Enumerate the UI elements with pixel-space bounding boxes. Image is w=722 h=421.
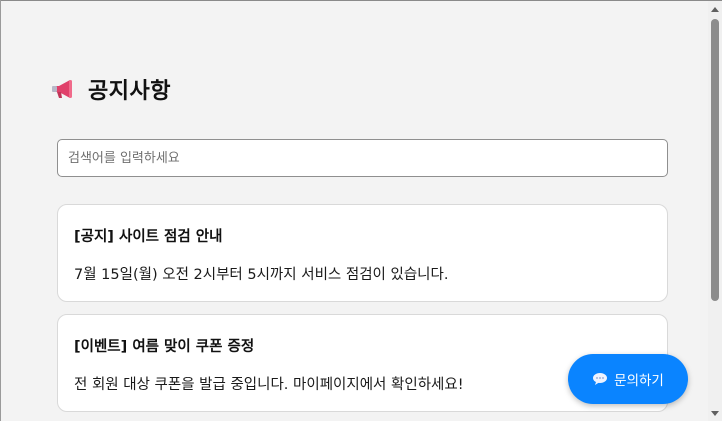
page-header: 공지사항 <box>50 72 171 106</box>
notice-title: [공지] 사이트 점검 안내 <box>74 229 223 245</box>
search-input[interactable] <box>57 139 668 177</box>
speech-bubble-icon <box>592 372 608 386</box>
notice-body: 7월 15일(월) 오전 2시부터 5시까지 서비스 점검이 있습니다. <box>74 267 449 283</box>
scroll-up-arrow-icon[interactable] <box>711 7 719 12</box>
scrollbar-thumb[interactable] <box>711 19 719 301</box>
notice-title: [이벤트] 여름 맞이 쿠폰 증정 <box>74 339 255 355</box>
page-title: 공지사항 <box>88 79 171 104</box>
notice-body: 전 회원 대상 쿠폰을 발급 중입니다. 마이페이지에서 확인하세요! <box>74 377 464 393</box>
vertical-scrollbar[interactable] <box>708 1 722 421</box>
contact-button[interactable]: 문의하기 <box>568 354 688 404</box>
contact-button-label: 문의하기 <box>614 373 664 389</box>
scroll-down-arrow-icon[interactable] <box>711 411 719 416</box>
notice-card[interactable]: [공지] 사이트 점검 안내 7월 15일(월) 오전 2시부터 5시까지 서비… <box>57 204 668 302</box>
notice-page: 공지사항 [공지] 사이트 점검 안내 7월 15일(월) 오전 2시부터 5시… <box>0 0 708 421</box>
megaphone-icon <box>50 78 76 100</box>
